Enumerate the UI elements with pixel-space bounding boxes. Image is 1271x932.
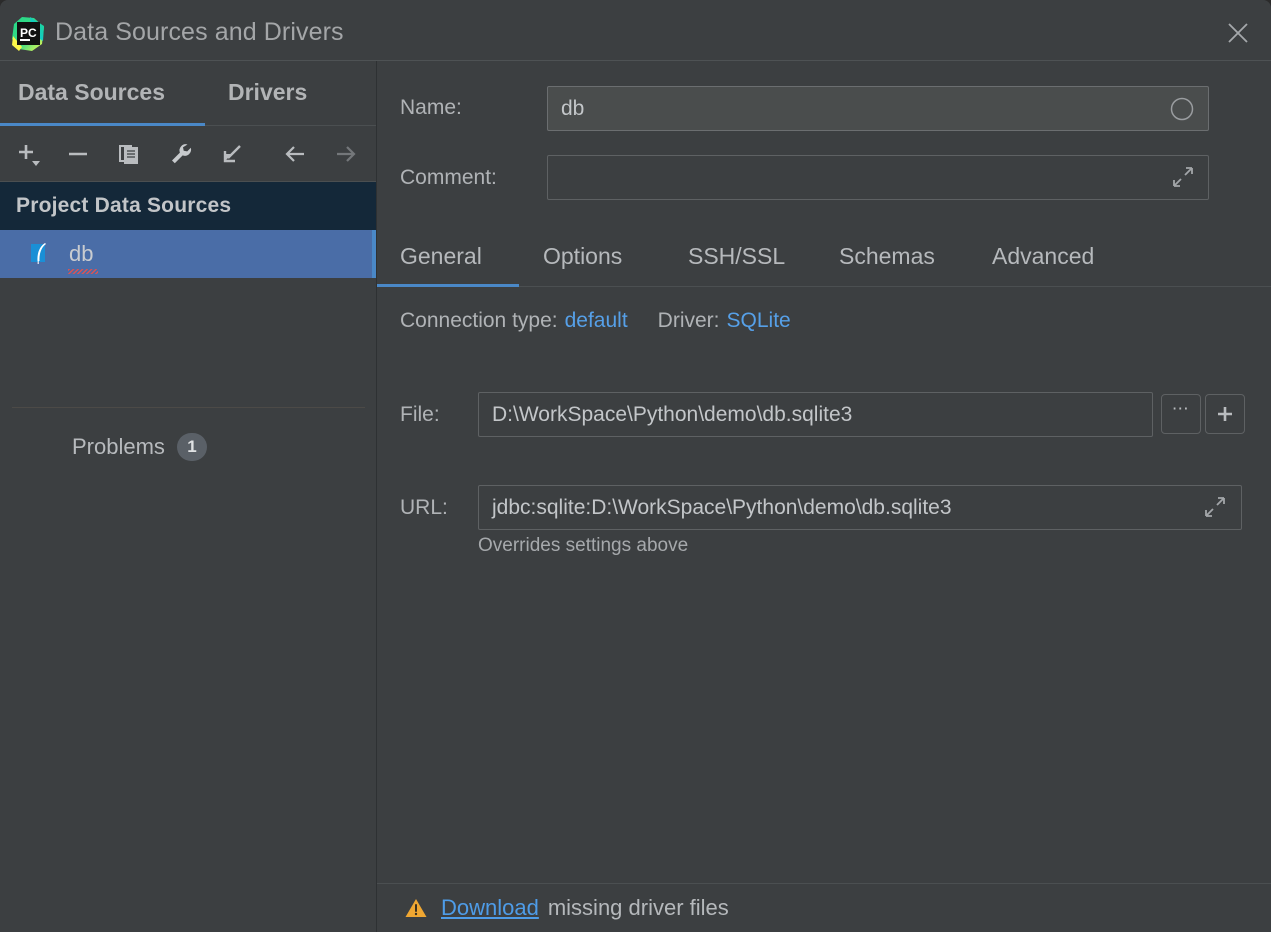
warning-triangle-icon xyxy=(404,896,428,920)
footer-notification-bar: Download missing driver files xyxy=(377,883,1271,932)
data-sources-and-drivers-dialog: PC Data Sources and Drivers Data Sources… xyxy=(0,0,1271,932)
title-bar: PC Data Sources and Drivers xyxy=(0,0,1271,66)
file-browse-button[interactable]: ⋯ xyxy=(1161,394,1201,434)
url-hint: Overrides settings above xyxy=(478,535,689,556)
comment-label: Comment: xyxy=(400,166,497,189)
tab-label: Options xyxy=(543,242,623,269)
download-message: missing driver files xyxy=(547,895,729,920)
forward-button[interactable] xyxy=(328,136,364,172)
name-label: Name: xyxy=(400,96,462,119)
problems-label: Problems xyxy=(72,434,165,459)
tree-group-header: Project Data Sources xyxy=(0,182,377,230)
file-add-button[interactable] xyxy=(1205,394,1245,434)
details-tab-bar: General Options SSH/SSL Schemas Advanced xyxy=(377,226,1271,288)
active-tab-indicator xyxy=(377,284,519,287)
tree-item-label: db xyxy=(67,241,99,274)
connection-summary-row: Connection type: default Driver: SQLite xyxy=(400,309,791,333)
file-label: File: xyxy=(400,403,440,426)
sidebar: Data Sources Drivers Project Data Source… xyxy=(0,60,377,932)
tab-options[interactable]: Options xyxy=(543,226,622,286)
sidebar-divider xyxy=(12,407,365,408)
tab-label: SSH/SSL xyxy=(688,242,786,269)
back-button[interactable] xyxy=(277,136,313,172)
file-browse-label: ⋯ xyxy=(1171,399,1191,418)
sidebar-tab-drivers[interactable]: Drivers xyxy=(228,61,307,124)
svg-text:PC: PC xyxy=(20,26,37,40)
sidebar-tab-bar: Data Sources Drivers xyxy=(0,61,377,126)
dialog-title: Data Sources and Drivers xyxy=(55,18,344,46)
tab-general[interactable]: General xyxy=(400,226,482,286)
tree-item-db[interactable]: db xyxy=(0,230,377,278)
problems-count-badge: 1 xyxy=(176,433,207,461)
sidebar-tab-data-sources[interactable]: Data Sources xyxy=(18,61,165,124)
tab-label: General xyxy=(400,242,482,269)
sidebar-tab-label: Drivers xyxy=(228,79,308,105)
connection-type-value[interactable]: default xyxy=(565,309,628,333)
properties-button[interactable] xyxy=(163,136,199,172)
file-input[interactable]: D:\WorkSpace\Python\demo\db.sqlite3 xyxy=(478,392,1153,437)
close-icon[interactable] xyxy=(1205,0,1271,66)
import-button[interactable] xyxy=(214,136,250,172)
circle-icon[interactable] xyxy=(1170,97,1194,126)
duplicate-button[interactable] xyxy=(111,136,147,172)
comment-input[interactable] xyxy=(547,155,1209,200)
name-input[interactable]: db xyxy=(547,86,1209,131)
tab-schemas[interactable]: Schemas xyxy=(839,226,935,286)
plus-icon xyxy=(1218,407,1232,421)
details-panel: Name: db Comment: General Options SSH/SS… xyxy=(377,60,1271,932)
problems-row[interactable]: Problems 1 xyxy=(0,423,377,471)
sidebar-tab-label: Data Sources xyxy=(18,79,166,105)
tab-label: Advanced xyxy=(992,242,1095,269)
tree-group-header-label: Project Data Sources xyxy=(16,194,232,217)
pycharm-logo-icon: PC xyxy=(8,14,48,54)
remove-button[interactable] xyxy=(60,136,96,172)
tab-label: Schemas xyxy=(839,242,935,269)
sidebar-toolbar xyxy=(0,126,377,182)
expand-diagonal-icon[interactable] xyxy=(1172,166,1194,193)
url-input[interactable]: jdbc:sqlite:D:\WorkSpace\Python\demo\db.… xyxy=(478,485,1242,530)
driver-value[interactable]: SQLite xyxy=(727,309,791,333)
tab-advanced[interactable]: Advanced xyxy=(992,226,1094,286)
sqlite-feather-icon xyxy=(28,241,52,265)
url-expand-diagonal-icon[interactable] xyxy=(1204,496,1226,523)
tab-ssh-ssl[interactable]: SSH/SSL xyxy=(688,226,785,286)
add-button[interactable] xyxy=(10,136,46,172)
download-driver-link[interactable]: Download xyxy=(441,895,539,921)
driver-label: Driver: xyxy=(657,309,720,332)
connection-type-label: Connection type: xyxy=(400,309,558,332)
url-label: URL: xyxy=(400,496,448,519)
